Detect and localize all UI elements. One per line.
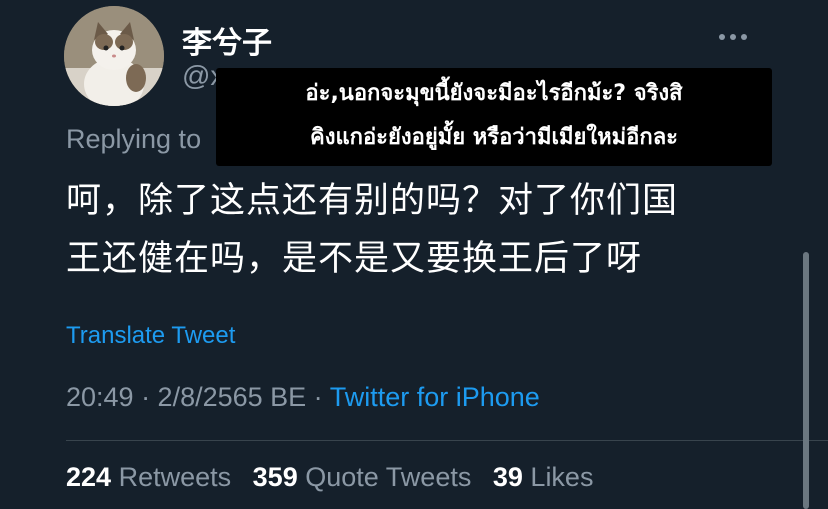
timestamp[interactable]: 20:49 · 2/8/2565 BE · bbox=[66, 382, 330, 412]
retweets-label: Retweets bbox=[118, 462, 232, 492]
display-name[interactable]: 李兮子 bbox=[182, 18, 272, 62]
engagement-stats: 224 Retweets 359 Quote Tweets 39 Likes bbox=[66, 462, 607, 493]
quote-tweets-label: Quote Tweets bbox=[305, 462, 472, 492]
translate-tweet-link[interactable]: Translate Tweet bbox=[66, 322, 235, 350]
likes-label: Likes bbox=[530, 462, 594, 492]
avatar[interactable] bbox=[64, 6, 164, 106]
more-options-icon[interactable] bbox=[718, 22, 748, 42]
tweet-source-link[interactable]: Twitter for iPhone bbox=[330, 382, 540, 412]
replying-to-label: Replying to bbox=[66, 124, 202, 154]
divider bbox=[66, 440, 828, 441]
caption-line-2: คิงแกอ่ะยังอยู่มั้ย หรือว่ามีเมียใหม่อีก… bbox=[309, 125, 678, 150]
caption-overlay: อ่ะ,นอกจะมุขนี้ยังจะมีอะไรอีกม้ะ? จริงสิ… bbox=[216, 68, 772, 166]
caption-line-1: อ่ะ,นอกจะมุขนี้ยังจะมีอะไรอีกม้ะ? จริงสิ bbox=[305, 81, 683, 106]
scrollbar[interactable] bbox=[803, 252, 809, 509]
retweets-stat[interactable]: 224 Retweets bbox=[66, 462, 231, 492]
tweet-line-2: 王还健在吗，是不是又要换王后了呀 bbox=[66, 239, 643, 279]
likes-stat[interactable]: 39 Likes bbox=[493, 462, 594, 492]
tweet-meta: 20:49 · 2/8/2565 BE · Twitter for iPhone bbox=[66, 382, 540, 413]
quote-tweets-stat[interactable]: 359 Quote Tweets bbox=[253, 462, 472, 492]
likes-count: 39 bbox=[492, 462, 523, 492]
retweets-count: 224 bbox=[66, 462, 112, 492]
tweet-line-1: 呵，除了这点还有别的吗？对了你们国 bbox=[66, 181, 679, 221]
tweet-text: 呵，除了这点还有别的吗？对了你们国 王还健在吗，是不是又要换王后了呀 bbox=[66, 172, 766, 288]
cat-avatar-image bbox=[64, 6, 164, 106]
quote-tweets-count: 359 bbox=[252, 462, 298, 492]
